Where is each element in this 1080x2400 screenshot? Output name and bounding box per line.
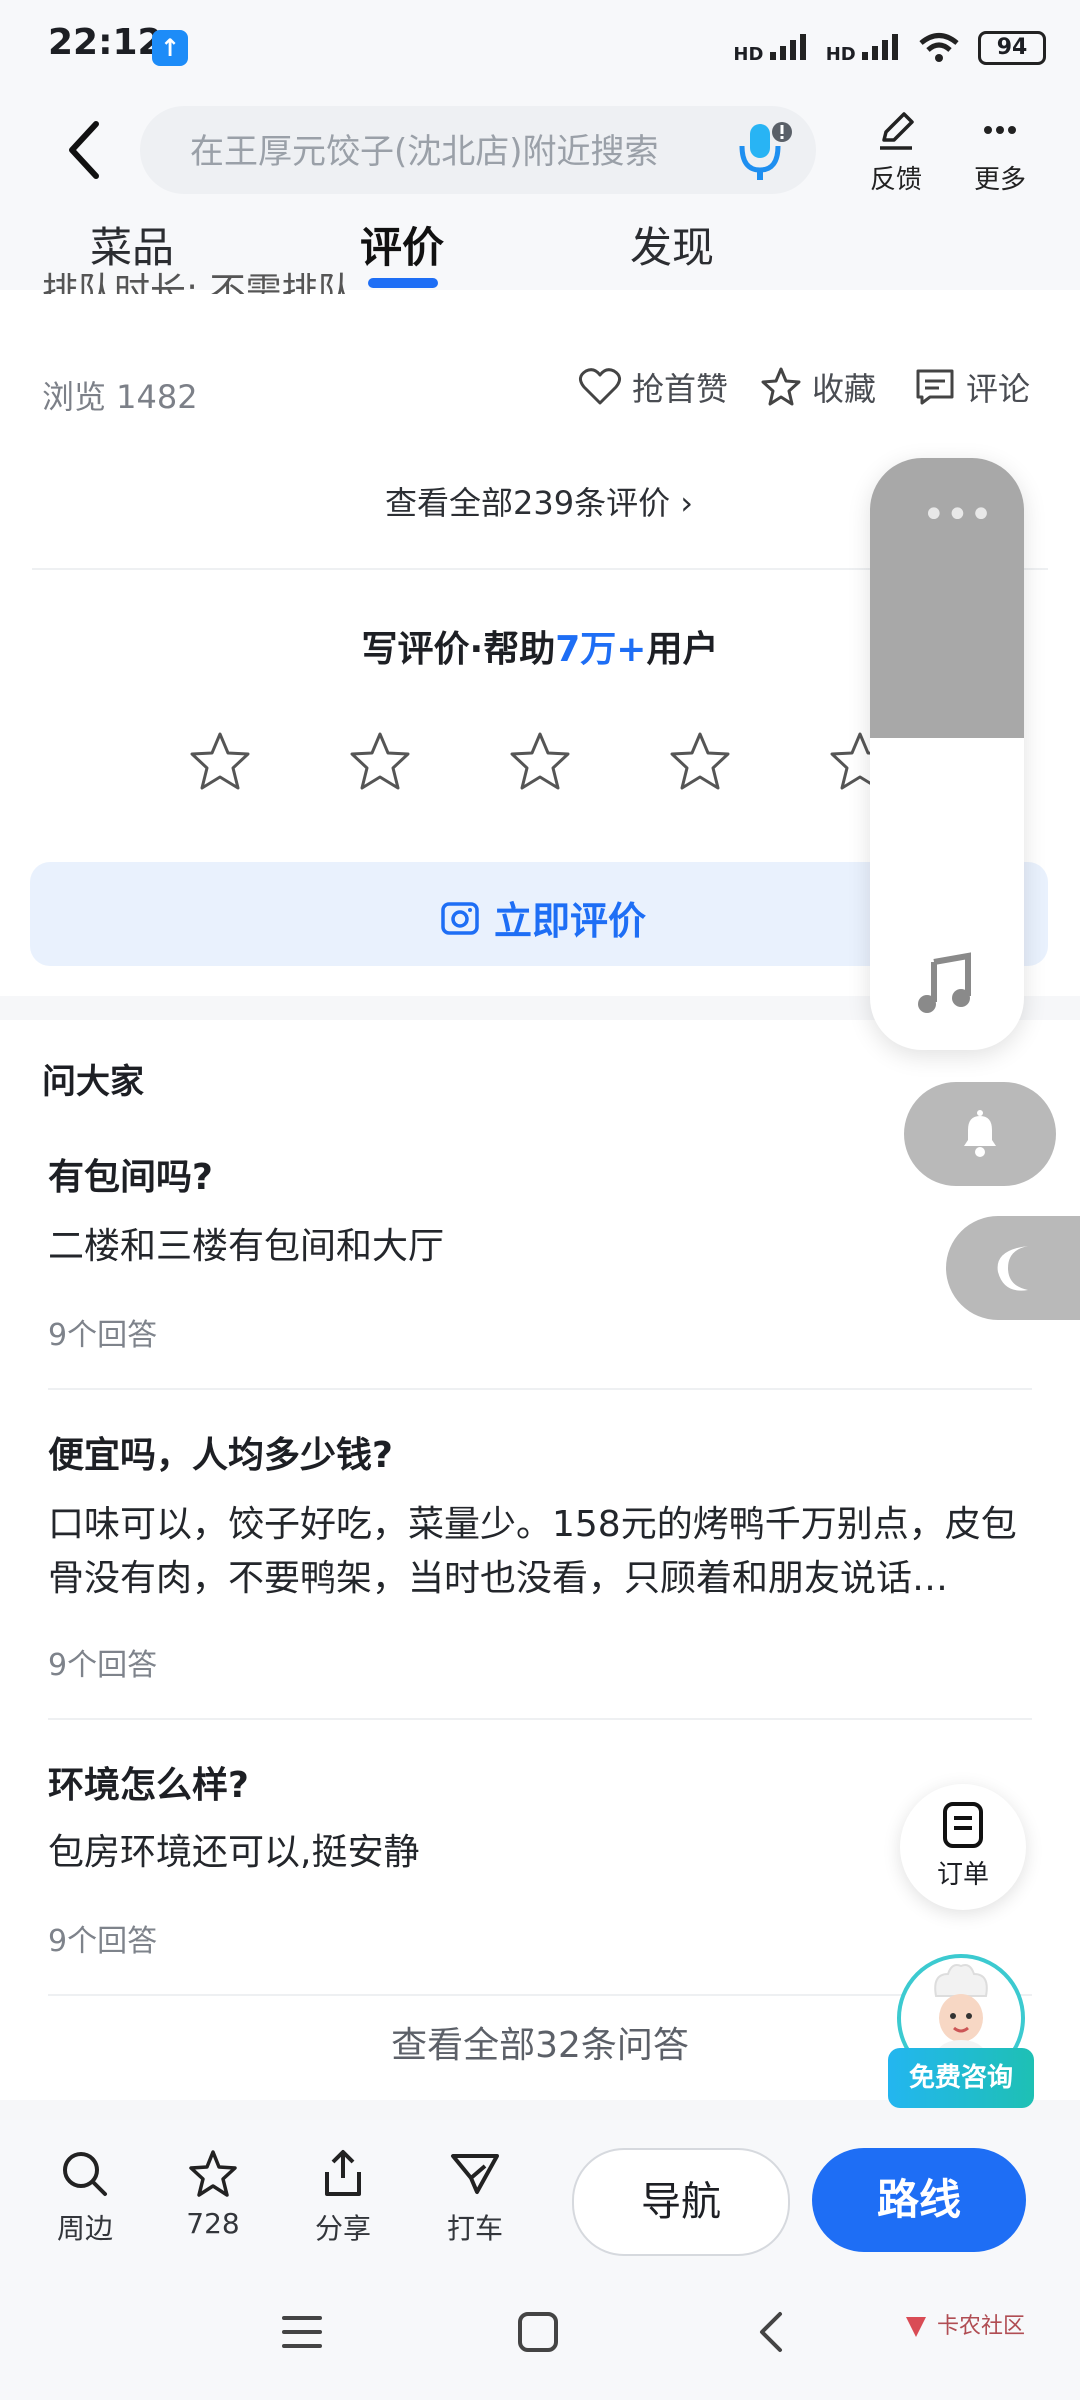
more-dots-icon bbox=[984, 126, 1016, 134]
answer-3[interactable]: 包房环境还可以,挺安静 bbox=[48, 1826, 1038, 1880]
more-dots-icon[interactable]: ••• bbox=[922, 492, 993, 538]
comment-label: 评论 bbox=[966, 370, 1031, 408]
watermark: 卡农社区 bbox=[902, 2308, 1025, 2341]
tab-reviews[interactable]: 评价 bbox=[360, 214, 444, 275]
like-first-button[interactable]: 抢首赞 bbox=[578, 364, 728, 410]
music-note-icon bbox=[918, 952, 971, 1013]
question-2[interactable]: 便宜吗，人均多少钱? bbox=[48, 1426, 393, 1478]
nearby-button[interactable]: 周边 bbox=[40, 2148, 130, 2247]
order-label: 订单 bbox=[936, 1860, 989, 1890]
see-all-reviews-link[interactable]: 查看全部239条评价 › bbox=[385, 478, 693, 524]
collect-button[interactable]: 收藏 bbox=[760, 364, 876, 410]
bell-icon bbox=[964, 1110, 996, 1157]
like-label: 抢首赞 bbox=[632, 370, 729, 408]
question-1[interactable]: 有包间吗? bbox=[48, 1148, 213, 1200]
more-button[interactable]: 更多 bbox=[956, 108, 1044, 196]
rating-stars[interactable] bbox=[188, 730, 892, 794]
navigate-button[interactable]: 导航 bbox=[572, 2148, 790, 2256]
consult-label[interactable]: 免费咨询 bbox=[888, 2048, 1034, 2108]
favorites-button[interactable]: 728 bbox=[168, 2148, 258, 2240]
divider bbox=[48, 1388, 1032, 1390]
rate-now-content[interactable]: 立即评价 bbox=[440, 890, 646, 945]
home-icon[interactable] bbox=[516, 2310, 560, 2354]
ring-mode-toggle[interactable] bbox=[904, 1082, 1056, 1186]
status-indicators: HD HD 94 bbox=[733, 24, 1046, 72]
answer-2[interactable]: 口味可以，饺子好吃，菜量少。158元的烤鸭千万别点，皮包骨没有肉，不要鸭架，当时… bbox=[48, 1498, 1038, 1606]
comment-icon bbox=[916, 369, 954, 405]
divider bbox=[48, 1994, 1032, 1996]
rate-now-label: 立即评价 bbox=[494, 899, 647, 943]
search-placeholder[interactable]: 在王厚元饺子(沈北店)附近搜索 bbox=[190, 124, 659, 173]
heart-icon bbox=[579, 368, 621, 405]
voice-mic-icon[interactable] bbox=[736, 120, 794, 182]
divider bbox=[48, 1718, 1032, 1720]
rating-star-icon[interactable] bbox=[668, 730, 732, 794]
wifi-icon bbox=[919, 33, 959, 62]
signal-icon: HD bbox=[733, 32, 807, 65]
back-icon[interactable] bbox=[752, 2310, 792, 2354]
taxi-button[interactable]: 打车 bbox=[430, 2148, 520, 2247]
view-count: 浏览 1482 bbox=[42, 378, 198, 416]
order-float-button[interactable]: 订单 bbox=[900, 1784, 1026, 1910]
answer-count-2[interactable]: 9个回答 bbox=[48, 1640, 157, 1684]
more-label: 更多 bbox=[973, 165, 1026, 195]
rating-star-icon[interactable] bbox=[508, 730, 572, 794]
chevron-right-icon: › bbox=[680, 484, 694, 522]
battery-indicator: 94 bbox=[978, 31, 1046, 65]
route-button[interactable]: 路线 bbox=[812, 2148, 1026, 2252]
menu-icon[interactable] bbox=[280, 2312, 324, 2352]
status-time: 22:12 bbox=[48, 22, 163, 63]
upload-icon: ↑ bbox=[152, 30, 188, 66]
tab-discover[interactable]: 发现 bbox=[630, 214, 714, 275]
feedback-button[interactable]: 反馈 bbox=[852, 108, 940, 196]
floating-control-panel[interactable]: ••• bbox=[870, 458, 1024, 1050]
feedback-label: 反馈 bbox=[869, 165, 922, 195]
star-outline-icon bbox=[761, 367, 801, 406]
qa-title: 问大家 bbox=[42, 1062, 144, 1102]
question-3[interactable]: 环境怎么样? bbox=[48, 1756, 249, 1808]
share-icon bbox=[325, 2150, 361, 2196]
camera-icon bbox=[441, 901, 479, 935]
rating-star-icon[interactable] bbox=[188, 730, 252, 794]
signal-icon: HD bbox=[826, 32, 900, 65]
share-button[interactable]: 分享 bbox=[298, 2148, 388, 2247]
watermark-logo-icon bbox=[906, 2317, 926, 2337]
order-list-icon bbox=[943, 1802, 983, 1848]
moon-icon bbox=[997, 1246, 1028, 1291]
star-outline-icon bbox=[189, 2150, 237, 2197]
answer-1[interactable]: 二楼和三楼有包间和大厅 bbox=[48, 1220, 1038, 1274]
taxi-icon bbox=[451, 2154, 499, 2194]
answer-count-1[interactable]: 9个回答 bbox=[48, 1310, 157, 1354]
back-arrow-icon[interactable] bbox=[54, 110, 124, 190]
answer-count-3[interactable]: 9个回答 bbox=[48, 1916, 157, 1960]
active-tab-indicator bbox=[368, 278, 438, 288]
rating-star-icon[interactable] bbox=[348, 730, 412, 794]
partial-review-text: 排队时长: 不需排队 bbox=[42, 271, 354, 294]
comment-button[interactable]: 评论 bbox=[914, 364, 1030, 410]
search-icon bbox=[63, 2152, 107, 2196]
dark-mode-toggle[interactable] bbox=[946, 1216, 1080, 1320]
edit-pen-icon bbox=[880, 112, 914, 150]
collect-label: 收藏 bbox=[812, 370, 877, 408]
